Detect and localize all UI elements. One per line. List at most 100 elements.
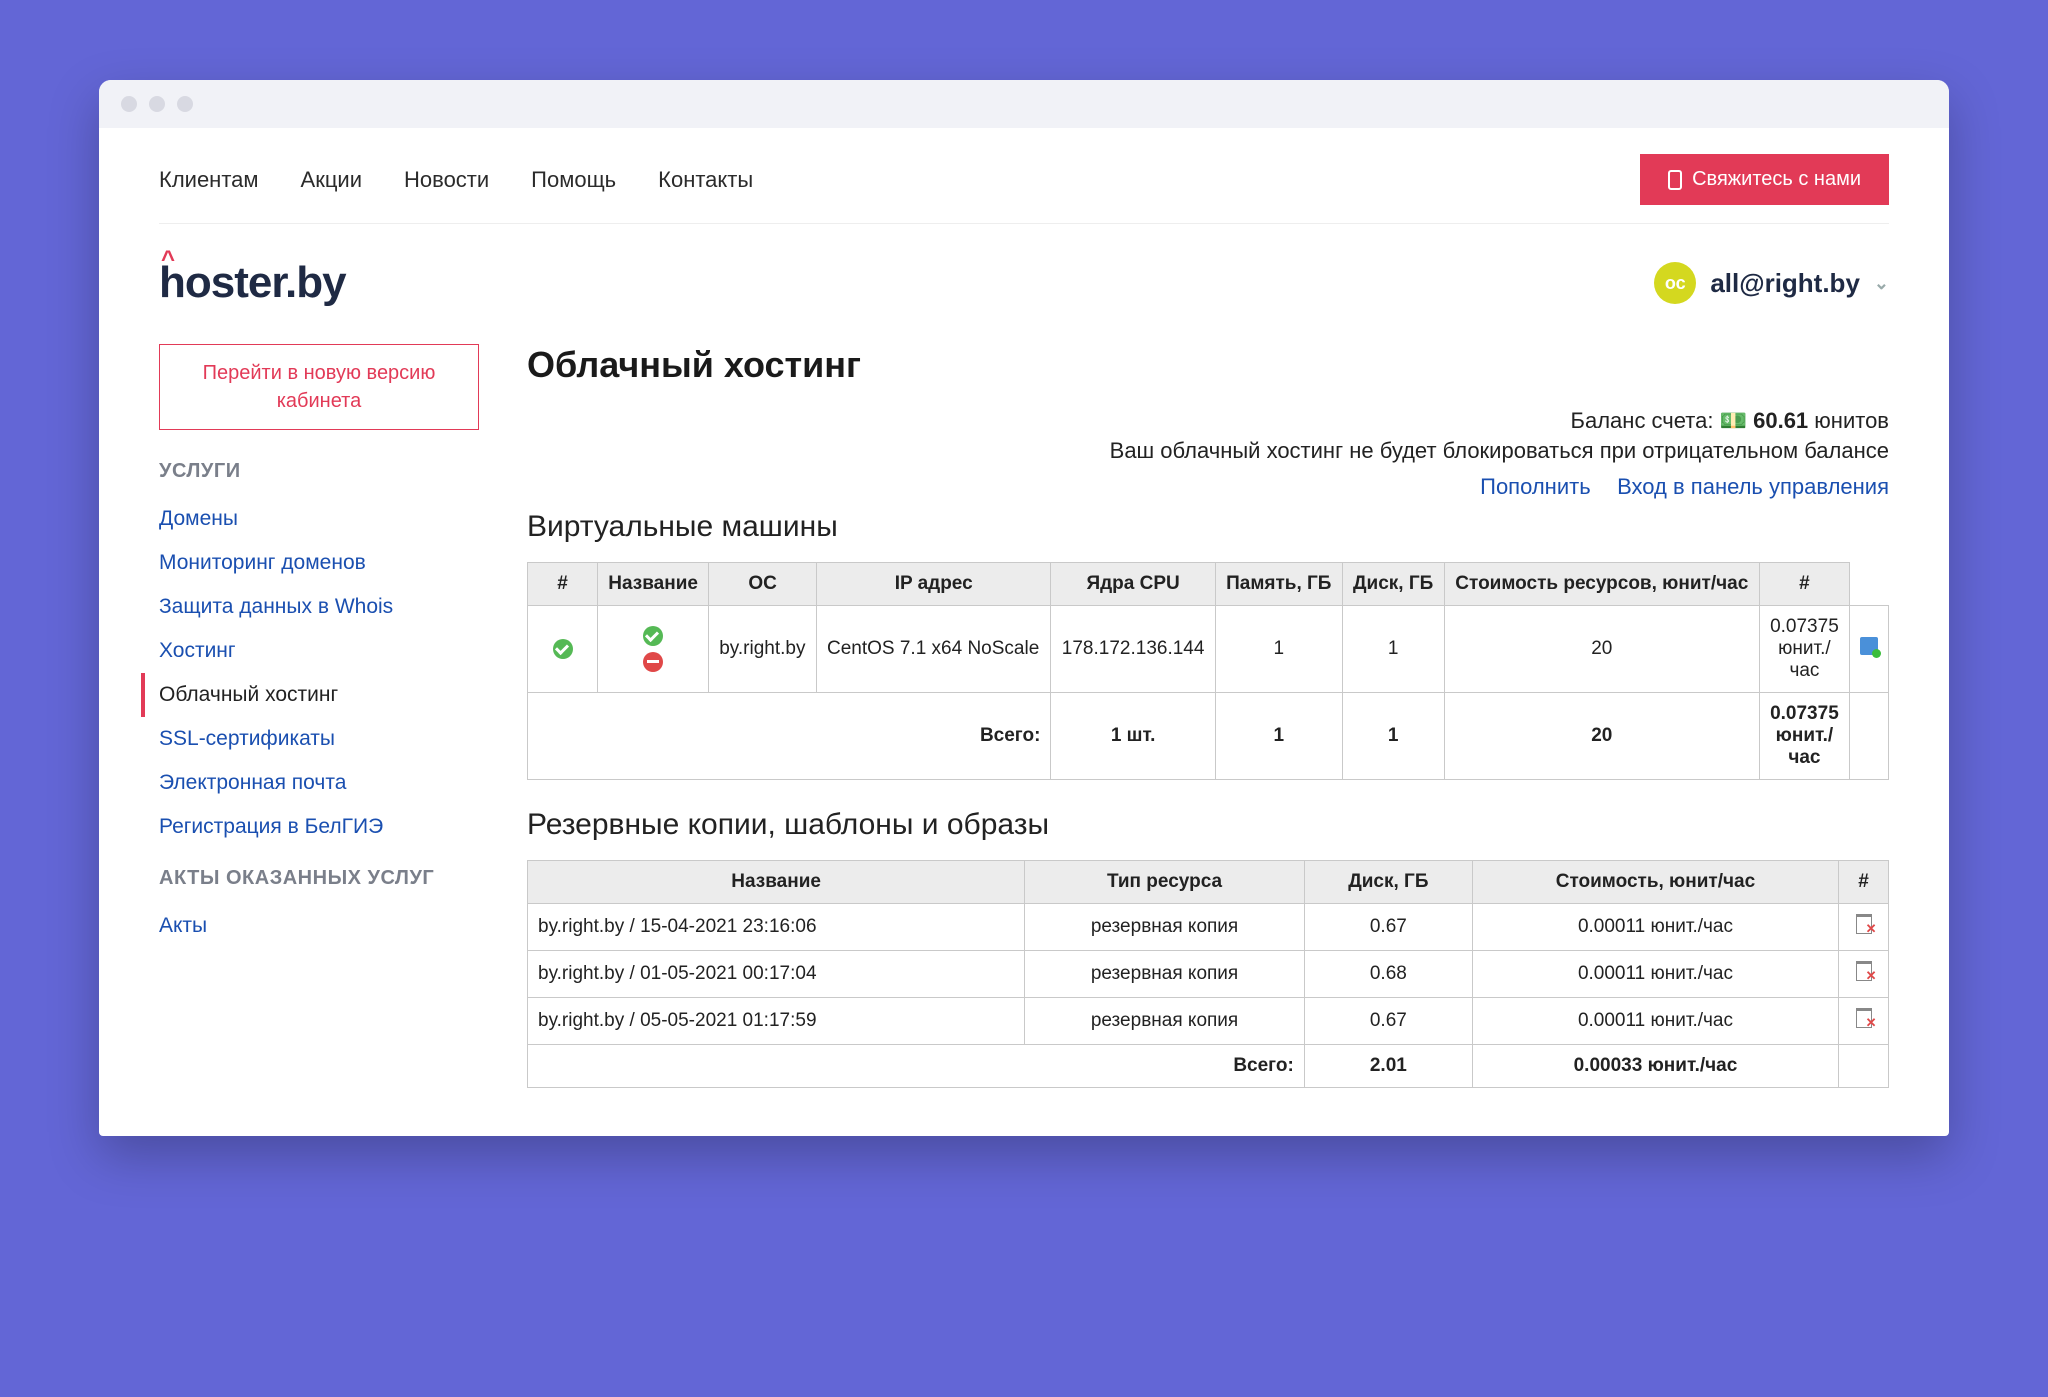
bk-disk: 0.67 [1304,904,1472,951]
balance-line: Баланс счета: 💵 60.61 юнитов [527,408,1889,434]
vm-controls-cell [598,606,709,693]
vm-total-mem: 1 [1342,693,1444,780]
vm-th-idx: # [528,563,598,606]
topup-link[interactable]: Пополнить [1480,474,1591,499]
bk-name: by.right.by / 05-05-2021 01:17:59 [528,998,1025,1045]
bk-type: резервная копия [1025,998,1305,1045]
vm-cost: 0.07375 юнит./час [1760,606,1850,693]
backup-table: Название Тип ресурса Диск, ГБ Стоимость,… [527,860,1889,1088]
vm-total-row: Всего: 1 шт. 1 1 20 0.07375 юнит./час [528,693,1889,780]
vm-total-label: Всего: [528,693,1051,780]
header: ^ hoster.by ос all@right.by ⌄ [159,224,1889,318]
money-icon: 💵 [1720,408,1747,433]
sidebar-item-cloud-hosting[interactable]: Облачный хостинг [141,673,479,717]
vm-os: CentOS 7.1 x64 NoScale [816,606,1050,693]
bk-cost: 0.00011 юнит./час [1472,998,1838,1045]
vm-th-os: ОС [709,563,817,606]
main-content: Облачный хостинг Баланс счета: 💵 60.61 ю… [527,344,1889,1096]
vm-th-disk: Диск, ГБ [1342,563,1444,606]
vm-action-cell [1849,606,1888,693]
vm-status-cell [528,606,598,693]
vm-total-empty [1849,693,1888,780]
vm-disk: 20 [1444,606,1760,693]
delete-icon[interactable] [1856,961,1872,981]
nav-link[interactable]: Клиентам [159,167,259,193]
panel-link[interactable]: Вход в панель управления [1617,474,1889,499]
vm-total-count: 1 шт. [1051,693,1215,780]
start-icon[interactable] [643,626,663,646]
balance-unit: юнитов [1814,408,1889,433]
vm-th-action: # [1760,563,1850,606]
nav-link[interactable]: Помощь [531,167,616,193]
logo-text: hoster.by [159,258,346,307]
vm-cpu: 1 [1215,606,1342,693]
vm-heading: Виртуальные машины [527,510,1889,544]
sidebar-item-hosting[interactable]: Хостинг [159,629,479,673]
titlebar [99,80,1949,128]
disk-save-icon[interactable] [1860,637,1878,655]
vm-table-header: # Название ОС IP адрес Ядра CPU Память, … [528,563,1889,606]
vm-th-name: Название [598,563,709,606]
sidebar-item-belgie[interactable]: Регистрация в БелГИЭ [159,805,479,849]
vm-total-disk: 20 [1444,693,1760,780]
bk-total-cost: 0.00033 юнит./час [1472,1045,1838,1088]
contact-button-label: Свяжитесь с нами [1692,168,1861,191]
nav-link[interactable]: Новости [404,167,489,193]
vm-table-row: by.right.by CentOS 7.1 x64 NoScale 178.1… [528,606,1889,693]
vm-name: by.right.by [709,606,817,693]
delete-icon[interactable] [1856,914,1872,934]
status-ok-icon [553,639,573,659]
contact-button[interactable]: Свяжитесь с нами [1640,154,1889,205]
bk-total-empty [1839,1045,1889,1088]
window-dot [149,96,165,112]
vm-th-ip: IP адрес [816,563,1050,606]
bk-type: резервная копия [1025,951,1305,998]
app-window: Клиентам Акции Новости Помощь Контакты С… [99,80,1949,1136]
bk-total-disk: 2.01 [1304,1045,1472,1088]
bk-total-row: Всего: 2.01 0.00033 юнит./час [528,1045,1889,1088]
bk-th-disk: Диск, ГБ [1304,861,1472,904]
nav-link[interactable]: Акции [301,167,362,193]
bk-type: резервная копия [1025,904,1305,951]
bk-table-header: Название Тип ресурса Диск, ГБ Стоимость,… [528,861,1889,904]
sidebar: Перейти в новую версию кабинета УСЛУГИ Д… [159,344,479,1096]
vm-total-cpu: 1 [1215,693,1342,780]
top-nav: Клиентам Акции Новости Помощь Контакты С… [159,128,1889,224]
vm-th-mem: Память, ГБ [1215,563,1342,606]
bk-th-action: # [1839,861,1889,904]
sidebar-item-email[interactable]: Электронная почта [159,761,479,805]
vm-th-cost: Стоимость ресурсов, юнит/час [1444,563,1760,606]
bk-total-label: Всего: [528,1045,1305,1088]
sidebar-item-ssl[interactable]: SSL-сертификаты [159,717,479,761]
avatar: ос [1654,262,1696,304]
sidebar-heading-acts: АКТЫ ОКАЗАННЫХ УСЛУГ [159,867,479,890]
user-menu[interactable]: ос all@right.by ⌄ [1654,262,1889,304]
sidebar-item-whois[interactable]: Защита данных в Whois [159,585,479,629]
sidebar-item-monitoring[interactable]: Мониторинг доменов [159,541,479,585]
new-version-button[interactable]: Перейти в новую версию кабинета [159,344,479,430]
bk-cost: 0.00011 юнит./час [1472,904,1838,951]
bk-th-type: Тип ресурса [1025,861,1305,904]
top-nav-links: Клиентам Акции Новости Помощь Контакты [159,167,753,193]
vm-th-cpu: Ядра CPU [1051,563,1215,606]
phone-icon [1668,170,1682,190]
bk-action [1839,998,1889,1045]
balance-value: 60.61 [1753,408,1808,433]
balance-label: Баланс счета: [1571,408,1714,433]
sidebar-item-acts[interactable]: Акты [159,904,479,948]
chevron-down-icon: ⌄ [1874,273,1889,294]
logo[interactable]: ^ hoster.by [159,258,346,308]
nav-link[interactable]: Контакты [658,167,753,193]
sidebar-item-domains[interactable]: Домены [159,497,479,541]
action-links: Пополнить Вход в панель управления [527,474,1889,500]
user-email: all@right.by [1710,268,1860,299]
vm-table: # Название ОС IP адрес Ядра CPU Память, … [527,562,1889,780]
bk-disk: 0.68 [1304,951,1472,998]
delete-icon[interactable] [1856,1008,1872,1028]
window-dot [177,96,193,112]
backup-table-row: by.right.by / 01-05-2021 00:17:04 резерв… [528,951,1889,998]
sidebar-heading-services: УСЛУГИ [159,460,479,483]
stop-icon[interactable] [643,652,663,672]
bk-disk: 0.67 [1304,998,1472,1045]
bk-action [1839,951,1889,998]
